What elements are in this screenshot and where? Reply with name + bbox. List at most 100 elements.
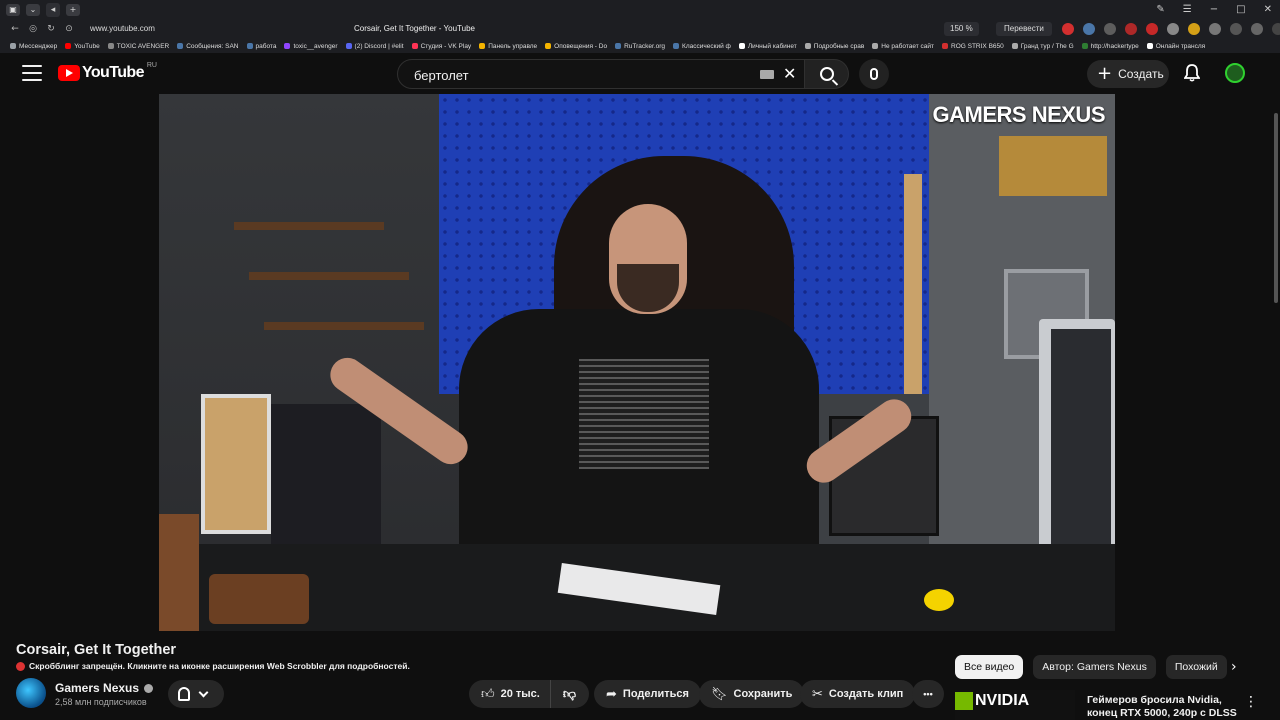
bookmark-label: Гранд тур / The G [1020,42,1074,50]
thumbnail-text: NVIDIA [975,692,1030,709]
bookmark-favicon-icon [411,43,418,49]
bookmark-item[interactable]: работа [246,43,276,50]
back-icon[interactable]: ← [6,24,24,34]
bookmark-item[interactable]: TOXIC AVENGER [107,42,170,50]
pin-icon[interactable]: ✎ [1156,4,1164,15]
like-dislike-group: 👍︎ 20 тыс. 👎︎ [469,680,589,708]
video-frame-object [159,514,199,631]
extension-icon[interactable] [1062,23,1074,35]
translate-button[interactable]: Перевести [996,22,1052,36]
filter-chip[interactable]: Похожий [1165,655,1227,679]
bookmark-favicon-icon [284,43,291,49]
bookmark-item[interactable]: YouTube [65,43,100,50]
bookmark-label: YouTube [74,42,100,50]
voice-search-button[interactable] [859,59,889,89]
subscription-bell-button[interactable] [168,680,224,708]
bookmark-item[interactable]: Панель управле [479,43,537,50]
search-input[interactable]: бертолет ✕ [397,59,808,89]
save-button[interactable]: 🔖︎ Сохранить [699,680,805,708]
browser-tab[interactable]: ◂ [46,2,60,17]
scrollbar-thumb[interactable] [1274,113,1278,303]
bookmark-item[interactable]: ROG STRIX B650 [942,43,1004,50]
video-frame-person [579,359,709,469]
bookmark-item[interactable]: Личный кабинет [738,43,797,50]
zoom-indicator[interactable]: 150 % [944,22,979,36]
bookmark-item[interactable]: RuTracker.org [615,43,665,50]
close-window-icon[interactable]: ✕ [1264,4,1272,15]
extension-icon[interactable] [1251,23,1263,35]
hamburger-menu-icon[interactable] [22,65,42,81]
scrobbler-notice[interactable]: Скробблинг запрещён. Кликните на иконке … [16,661,410,671]
bookmark-favicon-icon [177,43,184,49]
create-button[interactable]: + Создать [1087,60,1169,88]
tab-chevron-icon[interactable]: ⌄ [26,3,40,16]
notifications-bell-icon[interactable] [1184,64,1200,82]
create-label: Создать [1118,67,1164,81]
chips-next-icon[interactable]: › [1231,660,1245,674]
youtube-logo[interactable]: YouTube RU [58,61,157,82]
bookmark-label: Онлайн трансля [1155,42,1206,50]
video-player[interactable]: GAMERS NEXUS [159,94,1115,631]
more-actions-button[interactable]: ••• [912,680,944,708]
clear-search-icon[interactable]: ✕ [783,66,796,82]
extension-icon[interactable] [1167,23,1179,35]
bookmark-item[interactable]: Оповещения - Do [545,43,607,50]
filter-chip[interactable]: Все видео [955,655,1024,679]
bookmark-label: TOXIC AVENGER [116,42,170,50]
site-info-icon[interactable]: ⊙ [60,24,78,34]
search-query[interactable]: бертолет [414,68,469,83]
recommended-video-thumbnail[interactable]: NVIDIA [955,690,1075,720]
channel-name-text[interactable]: Gamers Nexus [55,681,139,695]
related-filter-chips: Все видео Автор: Gamers Nexus Похожий [955,655,1227,679]
extension-icon[interactable] [1272,23,1280,35]
channel-avatar[interactable] [16,678,46,708]
video-frame-object [209,574,309,624]
bookmark-label: ROG STRIX B650 [951,42,1004,50]
browser-menu-icon[interactable]: ▣ [6,3,20,16]
bookmark-item[interactable]: Гранд тур / The G [1011,42,1074,50]
bookmark-item[interactable]: Классический ф [673,43,731,50]
extension-icon[interactable] [1188,23,1200,35]
bookmark-item[interactable]: Сообщения: SAN [177,43,239,50]
bookmark-label: Оповещения - Do [554,42,608,50]
dislike-button[interactable]: 👎︎ [551,680,588,708]
reload-icon[interactable]: ↻ [42,24,60,34]
bookmark-item[interactable]: (2) Discord | #elit [345,42,404,50]
bookmark-item[interactable]: Не работает сайт [872,43,934,50]
extension-icon[interactable] [1209,23,1221,35]
account-avatar[interactable] [1225,63,1245,83]
extension-shield-icon[interactable]: ◎ [24,24,42,34]
extension-icon[interactable] [1104,23,1116,35]
bookmark-item[interactable]: Мессенджер [10,43,57,50]
bookmark-item[interactable]: toxic__avenger [284,43,338,50]
logo-country: RU [146,61,157,69]
settings-icon[interactable]: ☰ [1183,4,1192,15]
recommendation-menu-icon[interactable]: ⋮ [1244,694,1258,710]
page-scrollbar[interactable] [1272,53,1280,720]
keyboard-icon[interactable] [760,70,774,79]
extension-icon[interactable] [1125,23,1137,35]
filter-chip[interactable]: Автор: Gamers Nexus [1033,655,1156,679]
bookmark-item[interactable]: Подробные срав [804,43,864,50]
recommended-video-title[interactable]: Геймеров бросила Nvidia, конец RTX 5000,… [1087,694,1237,720]
extension-icon[interactable] [1083,23,1095,35]
browser-titlebar: ▣ ⌄ ◂ + ✎ ☰ − □ ✕ [0,0,1280,19]
video-frame-object [1051,329,1111,559]
channel-name[interactable]: Gamers Nexus [55,681,154,695]
bookmark-item[interactable]: Студия - VK Play [411,43,471,50]
bookmark-item[interactable]: http://hackertype [1081,43,1139,50]
maximize-icon[interactable]: □ [1236,4,1245,15]
clip-button[interactable]: ✂ Создать клип [800,680,916,708]
share-button[interactable]: ➦ Поделиться [594,680,701,708]
extension-icon[interactable] [1146,23,1158,35]
bookmark-item[interactable]: Онлайн трансля [1146,42,1206,50]
bookmark-favicon-icon [545,43,552,49]
minimize-icon[interactable]: − [1210,4,1218,15]
new-tab-icon[interactable]: + [66,3,80,16]
url-text[interactable]: www.youtube.com [90,24,155,33]
bookmark-label: (2) Discord | #elit [354,42,404,50]
share-label: Поделиться [622,688,689,700]
search-button[interactable] [804,59,849,89]
extension-icon[interactable] [1230,23,1242,35]
like-button[interactable]: 👍︎ 20 тыс. [469,680,551,708]
